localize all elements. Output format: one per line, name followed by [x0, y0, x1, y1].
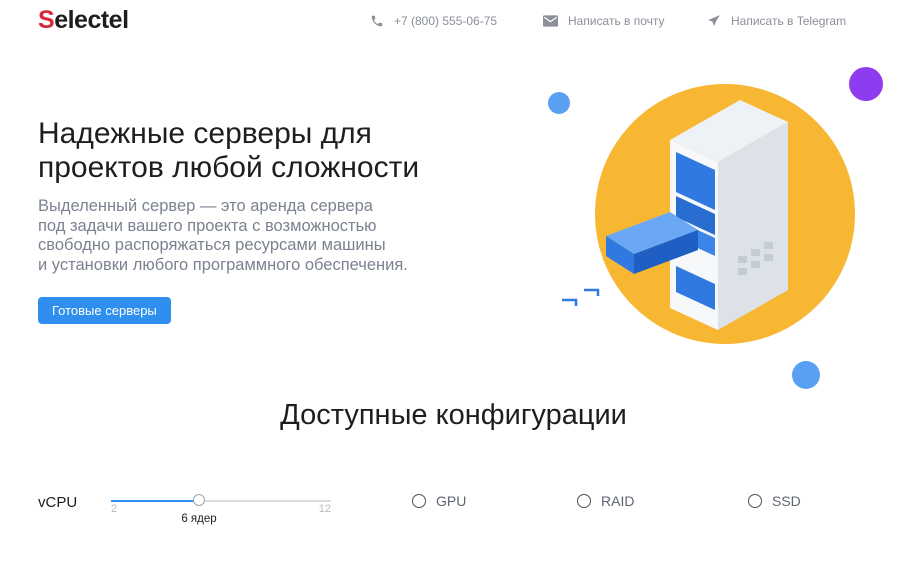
slider-value-label: 6 ядер: [181, 513, 217, 525]
logo-s-letter: S: [38, 6, 55, 34]
vcpu-label: vCPU: [38, 494, 78, 511]
hero-title: Надежные серверы для проектов любой слож…: [38, 117, 498, 185]
slider-thumb[interactable]: [193, 494, 205, 506]
server-tower-shape: [670, 100, 788, 330]
phone-icon: [371, 15, 383, 27]
ready-servers-button[interactable]: Готовые серверы: [38, 297, 171, 324]
gpu-label: GPU: [436, 493, 467, 509]
raid-checkbox[interactable]: RAID: [577, 493, 634, 509]
raid-label: RAID: [601, 493, 635, 509]
bracket-mark: [584, 288, 600, 296]
bracket-mark: [562, 298, 578, 306]
hero-description-line: Выделенный сервер — это аренда сервера: [38, 197, 373, 215]
phone-link[interactable]: +7 (800) 555-06-75: [370, 14, 497, 28]
telegram-label: Написать в Telegram: [731, 14, 847, 28]
logo-text: electel: [54, 6, 129, 34]
server-illustration: [548, 67, 883, 389]
section-title: Доступные конфигурации: [280, 399, 627, 431]
slider-fill: [111, 500, 199, 502]
phone-number: +7 (800) 555-06-75: [394, 14, 498, 28]
blue-dot-bottom: [792, 361, 820, 389]
radio-circle[interactable]: [748, 494, 762, 508]
ssd-label: SSD: [772, 493, 801, 509]
selectel-logo[interactable]: Selectel: [38, 6, 129, 35]
hero-description-line: под задачи вашего проекта с возможностью: [38, 216, 377, 235]
mail-icon: [543, 15, 558, 27]
purple-dot: [849, 67, 883, 101]
blue-dot-top: [548, 92, 570, 114]
hero-title-line: проектов любой сложности: [38, 151, 420, 184]
email-label: Написать в почту: [568, 14, 665, 28]
hero-title-line: Надежные серверы для: [38, 117, 372, 150]
email-link[interactable]: Написать в почту: [543, 14, 665, 28]
gpu-checkbox[interactable]: GPU: [412, 493, 466, 509]
ssd-checkbox[interactable]: SSD: [748, 493, 801, 509]
hero-description-line: и установки любого программного обеспече…: [38, 255, 408, 274]
radio-circle[interactable]: [577, 494, 591, 508]
vcpu-slider[interactable]: 2 12 6 ядер: [111, 492, 331, 532]
slider-max-label: 12: [318, 503, 331, 515]
slider-min-label: 2: [111, 503, 118, 515]
send-icon: [708, 15, 720, 27]
hero-description: Выделенный сервер — это аренда сервера п…: [38, 197, 468, 275]
radio-circle[interactable]: [412, 494, 426, 508]
telegram-link[interactable]: Написать в Telegram: [707, 14, 846, 28]
hero-description-line: свободно распоряжаться ресурсами машины: [38, 236, 386, 254]
